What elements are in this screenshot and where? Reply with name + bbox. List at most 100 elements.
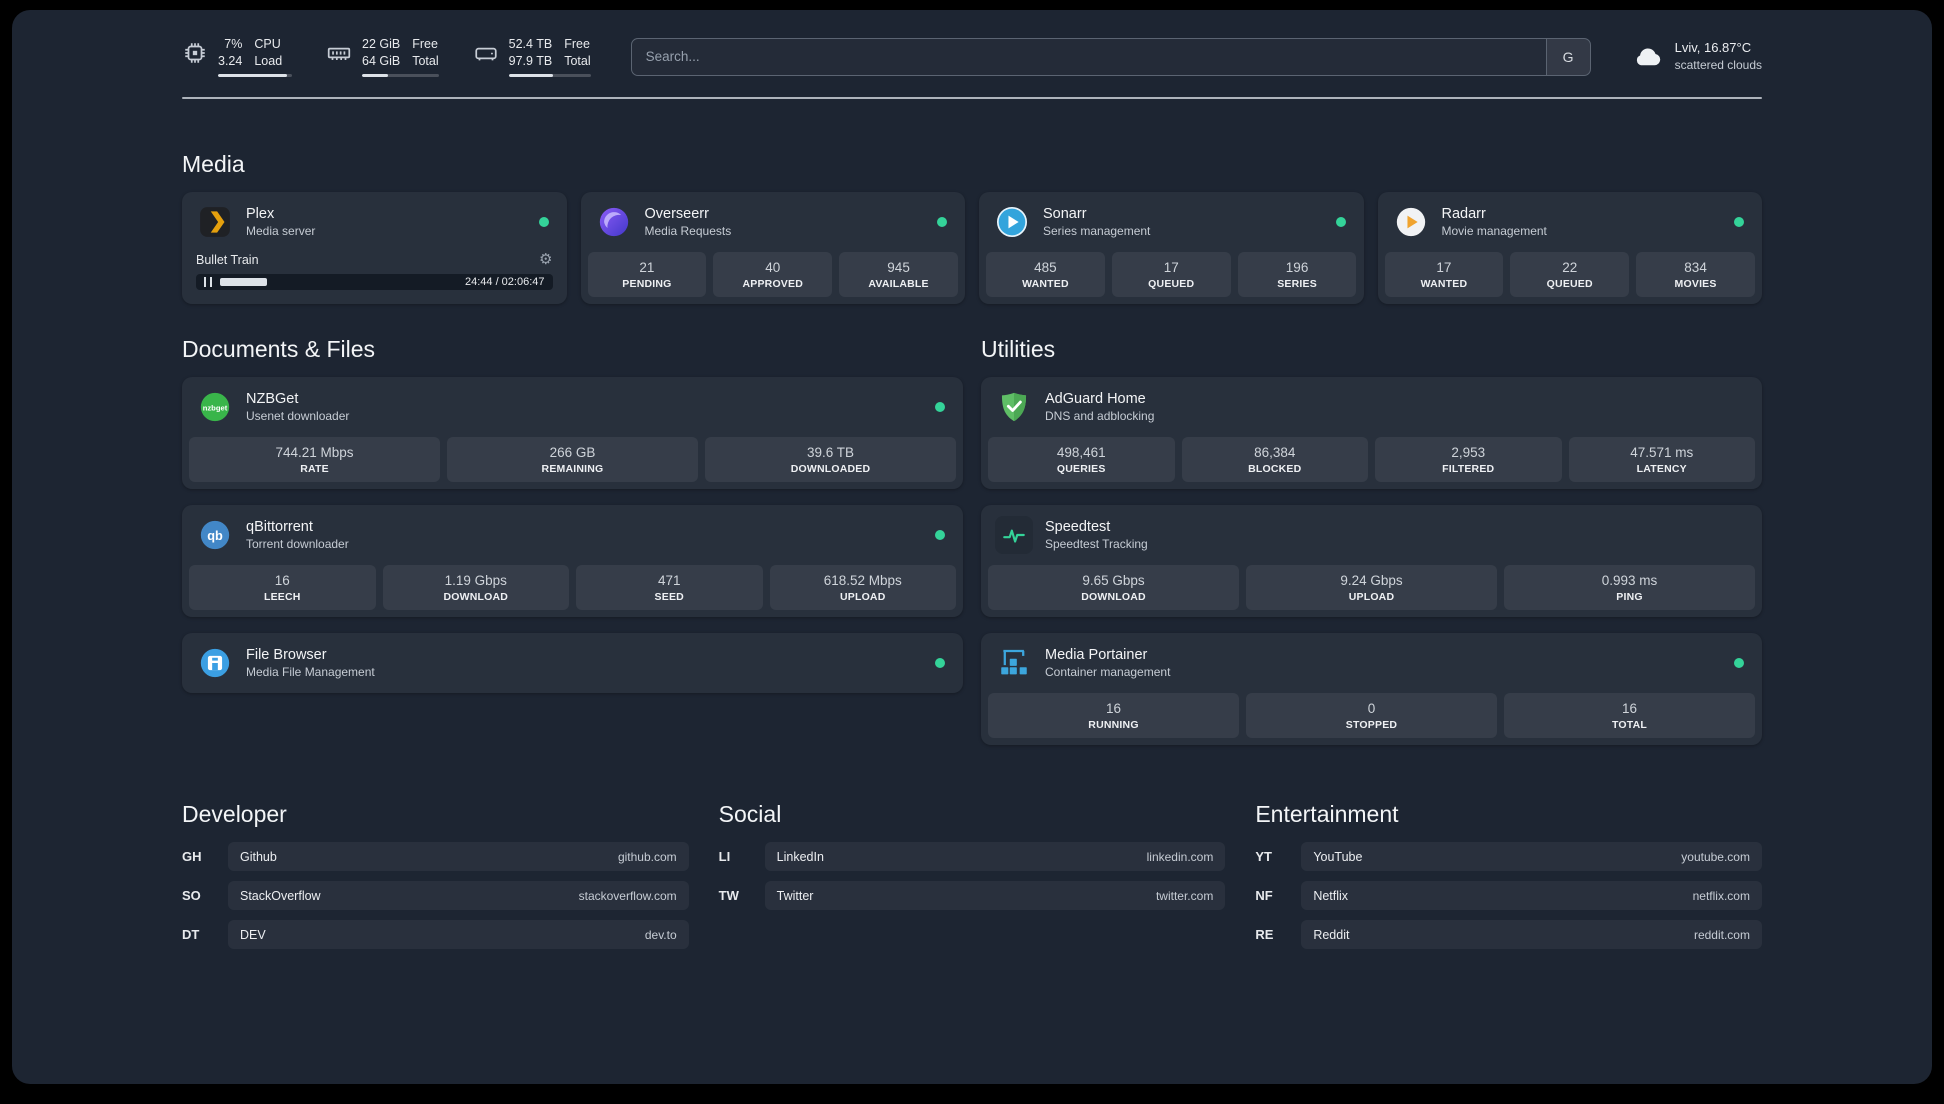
- stat-tile: 834 MOVIES: [1636, 252, 1755, 297]
- bookmark-youtube[interactable]: YT YouTube youtube.com: [1255, 842, 1762, 871]
- stat-value: 47.571 ms: [1630, 445, 1694, 460]
- stat-value: 1.19 Gbps: [444, 573, 507, 588]
- stat-tile: 40 APPROVED: [713, 252, 833, 297]
- weather-widget: Lviv, 16.87°C scattered clouds: [1631, 39, 1762, 74]
- bookmark-link[interactable]: Netflix netflix.com: [1301, 881, 1762, 910]
- bookmark-link[interactable]: StackOverflow stackoverflow.com: [228, 881, 689, 910]
- stat-tile: 471 SEED: [576, 565, 763, 610]
- stat-tile: 9.24 Gbps UPLOAD: [1246, 565, 1497, 610]
- app-card-nzbget[interactable]: nzbget NZBGet Usenet downloader 744.21 M…: [182, 377, 963, 489]
- app-card-portainer[interactable]: Media Portainer Container management 16 …: [981, 633, 1762, 745]
- app-card-filebrowser[interactable]: File Browser Media File Management: [182, 633, 963, 693]
- bookmark-linkedin[interactable]: LI LinkedIn linkedin.com: [719, 842, 1226, 871]
- pause-icon[interactable]: [204, 277, 212, 287]
- bookmark-twitter[interactable]: TW Twitter twitter.com: [719, 881, 1226, 910]
- header-divider: [182, 97, 1762, 99]
- memory-total-label: Total: [412, 53, 439, 68]
- stat-label: BLOCKED: [1248, 463, 1302, 475]
- stat-label: SERIES: [1277, 278, 1317, 290]
- stat-tile: 17 QUEUED: [1111, 252, 1231, 297]
- bookmark-reddit[interactable]: RE Reddit reddit.com: [1255, 920, 1762, 949]
- bookmark-name: Reddit: [1313, 927, 1350, 942]
- stat-value: 21: [639, 260, 655, 275]
- stat-value: 266 GB: [549, 445, 596, 460]
- bookmark-github[interactable]: GH Github github.com: [182, 842, 689, 871]
- search-provider-button[interactable]: G: [1545, 38, 1590, 75]
- stat-value: 834: [1684, 260, 1707, 275]
- bookmark-link[interactable]: YouTube youtube.com: [1301, 842, 1762, 871]
- stat-value: 485: [1034, 260, 1057, 275]
- bookmark-stackoverflow[interactable]: SO StackOverflow stackoverflow.com: [182, 881, 689, 910]
- bookmark-link[interactable]: DEV dev.to: [228, 920, 689, 949]
- bookmark-netflix[interactable]: NF Netflix netflix.com: [1255, 881, 1762, 910]
- stat-value: 16: [1621, 701, 1638, 716]
- stat-label: RUNNING: [1088, 719, 1139, 731]
- app-subtitle: DNS and adblocking: [1045, 409, 1155, 423]
- stat-label: AVAILABLE: [868, 278, 929, 290]
- bookmark-name: DEV: [240, 927, 266, 942]
- stat-value: 945: [887, 260, 910, 275]
- bookmark-dev[interactable]: DT DEV dev.to: [182, 920, 689, 949]
- stat-value: 39.6 TB: [806, 445, 855, 460]
- stat-tile: 16 RUNNING: [988, 693, 1239, 738]
- bookmark-domain: reddit.com: [1693, 927, 1750, 942]
- bookmark-abbr: RE: [1255, 927, 1274, 942]
- app-subtitle: Media server: [246, 224, 316, 238]
- disk-free-label: Free: [564, 37, 590, 51]
- app-subtitle: Series management: [1043, 224, 1151, 238]
- stat-value: 17: [1163, 260, 1179, 275]
- app-title: Overseerr: [644, 206, 709, 222]
- app-title: Plex: [246, 206, 275, 222]
- bookmark-group-title: Social: [718, 801, 782, 827]
- app-card-overseerr[interactable]: Overseerr Media Requests 21 PENDING 40 A…: [580, 192, 965, 304]
- stat-value: 196: [1285, 260, 1309, 275]
- app-subtitle: Movie management: [1441, 224, 1547, 238]
- status-dot: [538, 217, 549, 227]
- stat-tile: 2,953 FILTERED: [1375, 437, 1562, 482]
- bookmark-abbr: TW: [718, 888, 739, 903]
- section-title-utilities: Utilities: [981, 336, 1056, 362]
- status-dot: [937, 217, 947, 227]
- stat-label: UPLOAD: [1348, 591, 1395, 603]
- app-card-radarr[interactable]: Radarr Movie management 17 WANTED 22 QUE…: [1377, 192, 1762, 304]
- stat-value: 0: [1367, 701, 1376, 716]
- stat-label: MOVIES: [1674, 278, 1717, 290]
- qbittorrent-icon: qb: [196, 516, 234, 554]
- now-playing-title: Bullet Train: [196, 252, 259, 267]
- cpu-percent: 7%: [224, 37, 243, 51]
- app-card-sonarr[interactable]: Sonarr Series management 485 WANTED 17 Q…: [979, 192, 1364, 304]
- section-title-documents: Documents & Files: [182, 336, 376, 362]
- stat-label: QUERIES: [1056, 463, 1106, 475]
- bookmark-abbr: SO: [182, 888, 201, 903]
- bookmark-link[interactable]: Twitter twitter.com: [764, 881, 1226, 910]
- disk-meter: [508, 74, 591, 77]
- app-card-speedtest[interactable]: Speedtest Speedtest Tracking 9.65 Gbps D…: [981, 505, 1762, 617]
- stat-value: 86,384: [1254, 445, 1296, 460]
- app-title: NZBGet: [246, 391, 299, 407]
- cpu-load-value: 3.24: [218, 53, 243, 68]
- app-card-adguard[interactable]: AdGuard Home DNS and adblocking 498,461 …: [981, 377, 1762, 489]
- playback-progress-bar[interactable]: 24:44 / 02:06:47: [196, 274, 553, 290]
- app-card-qbittorrent[interactable]: qb qBittorrent Torrent downloader 16 LEE…: [182, 505, 963, 617]
- section-title-media: Media: [182, 151, 245, 177]
- stat-tile: 0 STOPPED: [1246, 693, 1497, 738]
- app-subtitle: Torrent downloader: [246, 537, 349, 551]
- stat-tile: 945 AVAILABLE: [839, 252, 958, 297]
- gear-icon[interactable]: ⚙: [539, 252, 552, 267]
- disk-widget: 52.4 TB 97.9 TB Free Total: [473, 36, 591, 77]
- bookmark-domain: twitter.com: [1155, 888, 1214, 903]
- stat-label: PING: [1616, 591, 1643, 603]
- bookmark-abbr: YT: [1255, 849, 1272, 864]
- stat-label: LATENCY: [1636, 463, 1687, 475]
- bookmark-link[interactable]: LinkedIn linkedin.com: [764, 842, 1226, 871]
- memory-icon: [326, 40, 352, 66]
- stat-label: LEECH: [263, 591, 301, 603]
- stat-label: QUEUED: [1148, 278, 1195, 290]
- app-card-plex[interactable]: Plex Media server Bullet Train ⚙ 24:44 /…: [182, 192, 567, 304]
- search-input[interactable]: [631, 49, 1546, 64]
- utilities-section: Utilities AdGuard Home DNS and adblockin…: [981, 336, 1762, 745]
- bookmark-link[interactable]: Github github.com: [228, 842, 689, 871]
- stat-label: PENDING: [622, 278, 672, 290]
- bookmark-name: LinkedIn: [776, 849, 824, 864]
- bookmark-link[interactable]: Reddit reddit.com: [1301, 920, 1762, 949]
